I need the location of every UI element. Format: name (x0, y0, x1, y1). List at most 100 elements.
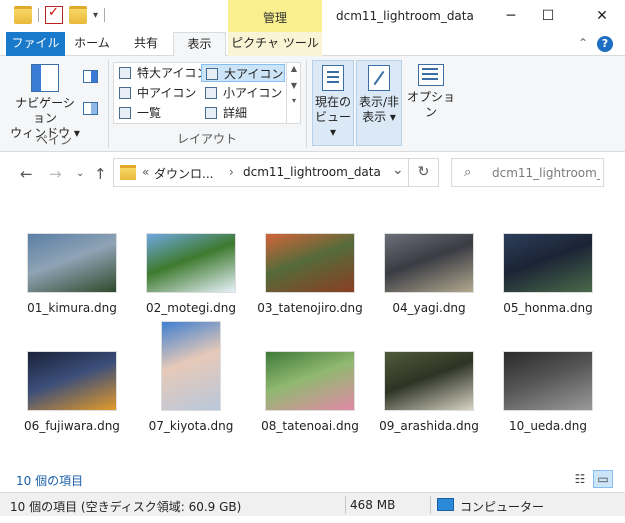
options-label: オプション (406, 90, 455, 119)
file-item[interactable]: 10_ueda.dng (493, 351, 603, 433)
layout-item-label: 特大アイコン (137, 66, 209, 80)
breadcrumb-separator[interactable]: › (229, 165, 234, 179)
layout-medium-icons[interactable]: 中アイコン (115, 84, 200, 102)
show-hide-icon (368, 65, 390, 91)
current-view-label-2: ビュー ▾ (314, 110, 351, 139)
maximize-button[interactable]: ☐ (525, 0, 571, 32)
file-name[interactable]: 02_motegi.dng (136, 301, 246, 315)
tab-home[interactable]: ホーム (66, 32, 118, 56)
preview-pane-icon[interactable] (83, 70, 98, 83)
thumbnail-image[interactable] (384, 351, 474, 411)
file-name[interactable]: 07_kiyota.dng (136, 419, 246, 433)
layout-item-label: 大アイコン (224, 67, 284, 81)
file-item[interactable]: 05_honma.dng (493, 233, 603, 315)
folder-icon (120, 165, 136, 180)
file-name[interactable]: 01_kimura.dng (17, 301, 127, 315)
thumbnail-image[interactable] (161, 321, 221, 411)
more-layouts-icon[interactable]: ▾ (287, 96, 301, 105)
address-bar[interactable]: « ダウンロ... › dcm11_lightroom_data ⌄ (113, 158, 409, 187)
file-item[interactable]: 07_kiyota.dng (136, 321, 246, 433)
options-button[interactable]: オプション (404, 64, 458, 120)
file-name[interactable]: 03_tatenojiro.dng (255, 301, 365, 315)
refresh-icon[interactable]: ↻ (409, 158, 439, 187)
layout-scroll[interactable]: ▲ ▼ ▾ (286, 62, 301, 124)
file-name[interactable]: 08_tatenoai.dng (255, 419, 365, 433)
file-item[interactable]: 08_tatenoai.dng (255, 351, 365, 433)
file-item[interactable]: 01_kimura.dng (17, 233, 127, 315)
file-item[interactable]: 06_fujiwara.dng (17, 351, 127, 433)
search-input[interactable]: ⌕ dcm11_lightroom_... (451, 158, 604, 187)
details-view-toggle-icon[interactable]: ☷ (570, 470, 590, 488)
back-arrow-icon[interactable]: ← (20, 165, 33, 183)
layout-extra-large-icons[interactable]: 特大アイコン (115, 64, 208, 82)
details-pane-icon[interactable] (83, 102, 98, 115)
medium-icons-icon (119, 87, 131, 99)
file-item[interactable]: 03_tatenojiro.dng (255, 233, 365, 315)
file-name[interactable]: 04_yagi.dng (374, 301, 484, 315)
overflow-chevron[interactable]: « (142, 165, 149, 179)
options-icon (418, 64, 444, 86)
qat-separator (38, 8, 39, 22)
scroll-up-icon[interactable]: ▲ (287, 64, 301, 73)
thumbnail-image[interactable] (265, 351, 355, 411)
breadcrumb-current-folder[interactable]: dcm11_lightroom_data (243, 165, 381, 179)
layout-group-label: レイアウト (176, 132, 237, 146)
layout-gallery: 特大アイコン 大アイコン 中アイコン 小アイコン 一覧 詳細 (113, 62, 301, 124)
thumbnail-image[interactable] (503, 233, 593, 293)
large-icons-view-toggle-icon[interactable]: ▭ (593, 470, 613, 488)
close-button[interactable]: ✕ (579, 0, 625, 32)
context-tab-title: 管理 (262, 11, 287, 25)
thumbnail-image[interactable] (146, 233, 236, 293)
content-item-count: 10 個の項目 (16, 474, 84, 488)
window-bottom-edge (0, 516, 625, 523)
title-bar: ▾ 管理 dcm11_lightroom_data ─ ☐ ✕ (0, 0, 625, 32)
qat-separator (104, 8, 106, 22)
navigation-pane-button[interactable]: ナビゲーション ウィンドウ ▾ (10, 64, 80, 141)
show-hide-button[interactable]: 表示/非 表示 ▾ (356, 60, 402, 146)
file-item[interactable]: 04_yagi.dng (374, 233, 484, 315)
status-location: コンピューター (460, 500, 545, 514)
ribbon-tab-bar: ファイル ホーム 共有 表示 ピクチャ ツール ⌃ (0, 32, 625, 57)
layout-small-icons[interactable]: 小アイコン (201, 84, 285, 102)
status-divider (345, 496, 346, 514)
thumbnail-image[interactable] (384, 233, 474, 293)
file-name[interactable]: 05_honma.dng (493, 301, 603, 315)
group-divider (108, 60, 109, 148)
help-icon[interactable]: ? (597, 36, 613, 52)
computer-icon (437, 498, 454, 511)
thumbnail-image[interactable] (265, 233, 355, 293)
new-folder-icon[interactable] (69, 6, 87, 24)
qat-dropdown-icon[interactable]: ▾ (93, 10, 98, 21)
file-name[interactable]: 10_ueda.dng (493, 419, 603, 433)
file-item[interactable]: 02_motegi.dng (136, 233, 246, 315)
status-divider (430, 496, 431, 514)
window-title: dcm11_lightroom_data (336, 9, 474, 23)
address-dropdown-icon[interactable]: ⌄ (392, 162, 404, 178)
collapse-ribbon-icon[interactable]: ⌃ (578, 36, 588, 50)
thumbnail-image[interactable] (27, 351, 117, 411)
recent-locations-icon[interactable]: ⌄ (76, 168, 84, 179)
extra-large-icons-icon (119, 67, 131, 79)
layout-details[interactable]: 詳細 (201, 104, 285, 122)
tab-file[interactable]: ファイル (6, 32, 65, 56)
file-item[interactable]: 09_arashida.dng (374, 351, 484, 433)
current-view-button[interactable]: 現在の ビュー ▾ (312, 60, 354, 146)
forward-arrow-icon[interactable]: → (49, 165, 62, 183)
breadcrumb-downloads[interactable]: ダウンロ... (154, 165, 213, 182)
scroll-down-icon[interactable]: ▼ (287, 81, 301, 90)
file-name[interactable]: 09_arashida.dng (374, 419, 484, 433)
layout-large-icons[interactable]: 大アイコン (201, 64, 285, 82)
pane-group: ナビゲーション ウィンドウ ▾ ペイン (0, 56, 108, 152)
folder-icon (14, 6, 32, 24)
tab-picture-tools[interactable]: ピクチャ ツール (228, 32, 322, 56)
up-arrow-icon[interactable]: ↑ (94, 165, 107, 183)
file-name[interactable]: 06_fujiwara.dng (17, 419, 127, 433)
tab-share[interactable]: 共有 (120, 32, 172, 56)
status-bar: 10 個の項目 (空きディスク領域: 60.9 GB) 468 MB コンピュー… (0, 492, 625, 516)
tab-view[interactable]: 表示 (173, 32, 226, 57)
thumbnail-image[interactable] (503, 351, 593, 411)
thumbnail-image[interactable] (27, 233, 117, 293)
current-view-icon (322, 65, 344, 91)
layout-list[interactable]: 一覧 (115, 104, 200, 122)
properties-icon[interactable] (45, 5, 63, 24)
